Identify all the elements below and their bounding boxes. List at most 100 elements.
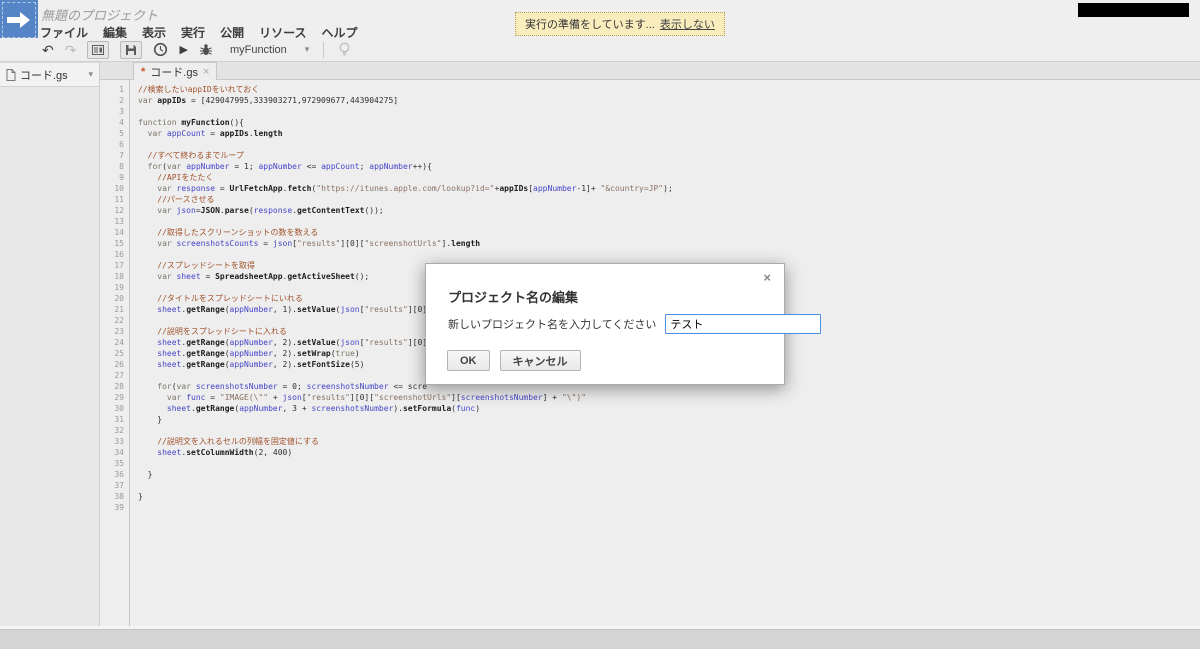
code-line: for(var appNumber = 1; appNumber <= appC… <box>147 162 432 171</box>
project-title[interactable]: 無題のプロジェクト <box>41 5 158 24</box>
line-number: 4 <box>119 118 124 127</box>
code-line: sheet.setColumnWidth(2, 400) <box>157 448 293 457</box>
line-number: 31 <box>114 415 124 424</box>
panel-toggle-button[interactable] <box>87 40 110 59</box>
line-number: 39 <box>114 503 124 512</box>
line-number: 20 <box>114 294 124 303</box>
redo-icon[interactable]: ↷ <box>65 43 77 57</box>
code-line: var appCount = appIDs.length <box>147 129 283 138</box>
line-number: 29 <box>114 393 124 402</box>
code-line: //すべて終わるまでループ <box>138 151 244 160</box>
line-number: 35 <box>114 459 124 468</box>
code-line: //検索したいappIDをいれておく <box>138 85 260 94</box>
files-sidebar: コード.gs ▾ <box>0 62 100 626</box>
line-number: 19 <box>114 283 124 292</box>
file-icon <box>6 68 16 81</box>
sidebar-item-code-gs[interactable]: コード.gs ▾ <box>0 62 99 87</box>
code-line: //取得したスクリーンショットの数を数える <box>138 228 319 237</box>
toolbar: ↶ ↷ ▶ myFunction ▾ <box>0 38 1200 62</box>
lightbulb-icon <box>338 42 351 57</box>
line-number: 37 <box>114 481 124 490</box>
line-number: 17 <box>114 261 124 270</box>
line-number: 21 <box>114 305 124 314</box>
execution-log-button[interactable] <box>153 42 168 57</box>
close-icon[interactable]: × <box>203 66 209 78</box>
line-number: 5 <box>119 129 124 138</box>
toast-message: 実行の準備をしています... <box>525 19 655 31</box>
rename-project-dialog: × プロジェクト名の編集 新しいプロジェクト名を入力してください OK キャンセ… <box>425 263 822 385</box>
line-number: 12 <box>114 206 124 215</box>
line-number: 14 <box>114 228 124 237</box>
chevron-down-icon: ▾ <box>304 44 310 54</box>
line-number: 33 <box>114 437 124 446</box>
ok-button[interactable]: OK <box>447 350 490 371</box>
line-number: 8 <box>119 162 124 171</box>
line-number: 24 <box>114 338 124 347</box>
close-icon[interactable]: × <box>763 270 771 285</box>
tabbar: * コード.gs × <box>100 62 1200 80</box>
line-number: 34 <box>114 448 124 457</box>
line-number: 26 <box>114 360 124 369</box>
code-line: //説明文を入れるセルの列幅を固定値にする <box>138 437 319 446</box>
project-name-input[interactable] <box>665 314 822 334</box>
line-number: 22 <box>114 316 124 325</box>
function-select[interactable]: myFunction ▾ <box>230 44 309 56</box>
project-name-label: 新しいプロジェクト名を入力してください <box>448 319 657 331</box>
line-number: 6 <box>119 140 124 149</box>
code-line: var json=JSON.parse(response.getContentT… <box>157 206 384 215</box>
arrow-icon <box>7 11 31 29</box>
apps-script-logo <box>0 0 38 40</box>
code-line: var appIDs = [429047995,333903271,972909… <box>138 96 399 105</box>
code-line: } <box>138 470 153 479</box>
code-line: //APIをたたく <box>138 173 214 182</box>
code-line: //パースさせる <box>138 195 215 204</box>
toolbar-divider <box>323 41 325 58</box>
run-icon: ▶ <box>179 44 188 56</box>
line-number: 36 <box>114 470 124 479</box>
line-number: 2 <box>119 96 124 105</box>
file-name: コード.gs <box>20 69 68 82</box>
code-line: var response = UrlFetchApp.fetch("https:… <box>157 184 673 193</box>
cancel-button[interactable]: キャンセル <box>499 350 581 371</box>
code-line: } <box>138 415 163 424</box>
toast-dismiss-link[interactable]: 表示しない <box>660 16 715 32</box>
bug-icon <box>199 43 213 57</box>
tab-label: コード.gs <box>150 66 198 79</box>
dialog-title: プロジェクト名の編集 <box>448 290 579 305</box>
line-number: 13 <box>114 217 124 226</box>
undo-icon[interactable]: ↶ <box>42 43 54 57</box>
chevron-down-icon[interactable]: ▾ <box>88 69 93 80</box>
tab-code-gs[interactable]: * コード.gs × <box>133 62 218 80</box>
line-number: 18 <box>114 272 124 281</box>
line-number: 32 <box>114 426 124 435</box>
line-number: 16 <box>114 250 124 259</box>
selected-function: myFunction <box>229 43 287 56</box>
code-line: function myFunction(){ <box>138 118 244 127</box>
line-number: 7 <box>119 151 124 160</box>
line-number: 15 <box>114 239 124 248</box>
line-number: 9 <box>119 173 124 182</box>
run-button[interactable]: ▶ <box>179 43 187 56</box>
line-number: 10 <box>114 184 124 193</box>
debug-button[interactable] <box>199 43 213 57</box>
line-number: 23 <box>114 327 124 336</box>
line-number: 27 <box>114 371 124 380</box>
line-number: 30 <box>114 404 124 413</box>
suggestion-button[interactable] <box>338 42 351 57</box>
gutter: 1 2 3 4 5 6 7 8 9 10 11 12 13 14 15 16 17 18 19 20 21 22 23 24 2… <box>100 80 130 626</box>
line-number: 38 <box>114 492 124 501</box>
save-button[interactable] <box>120 40 143 59</box>
code-line: var screenshotsCounts = json["results"][… <box>157 239 481 248</box>
clock-icon <box>153 42 168 57</box>
line-number: 11 <box>114 195 124 204</box>
line-number: 1 <box>119 85 124 94</box>
code-line: } <box>138 492 143 501</box>
status-toast: 実行の準備をしています... 表示しない <box>515 12 725 36</box>
